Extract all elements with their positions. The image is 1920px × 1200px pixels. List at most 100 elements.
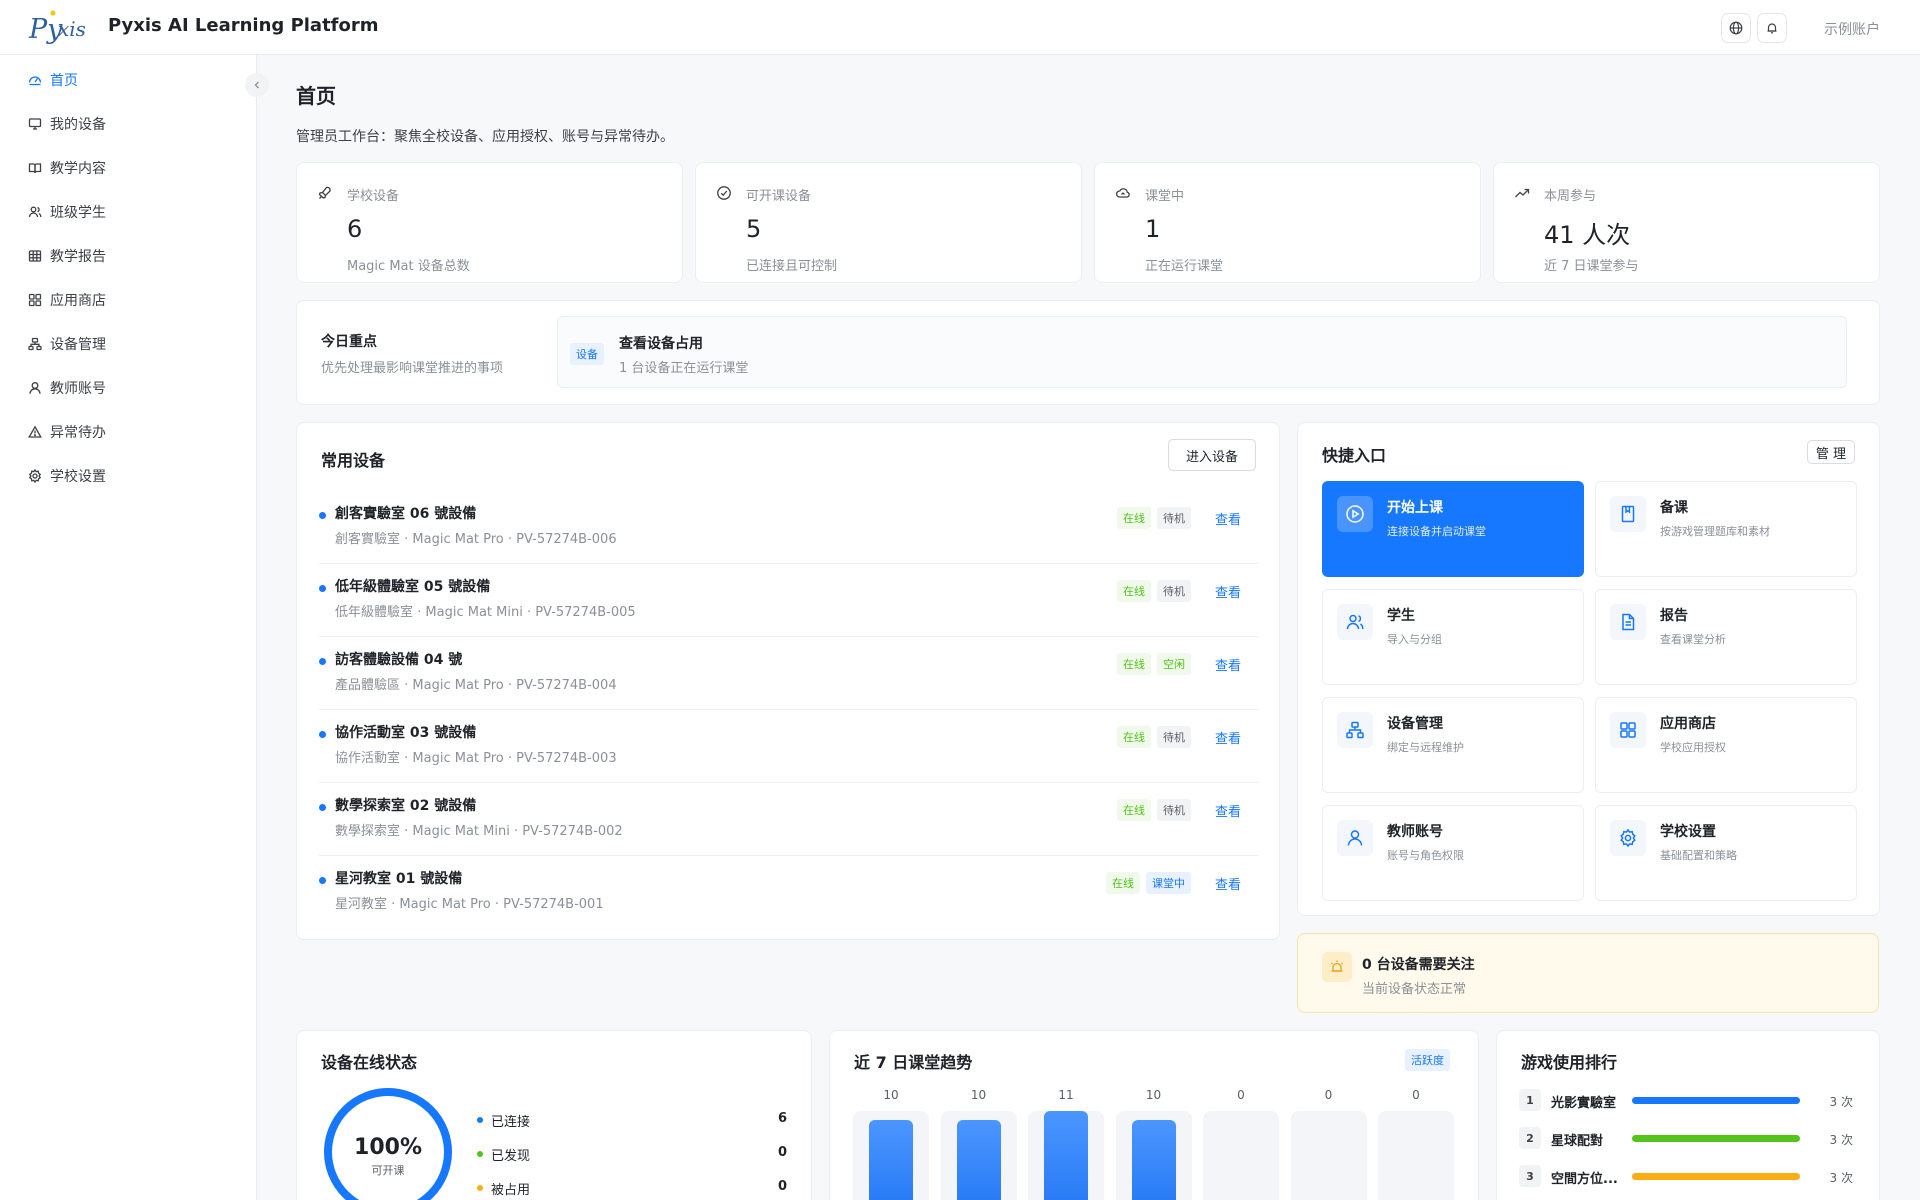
view-device-link[interactable]: 查看 <box>1215 582 1241 601</box>
quick-tile-title: 设备管理 <box>1387 716 1443 732</box>
device-name: 低年級體驗室 05 號設備 <box>335 579 491 595</box>
stat-card-school-devices[interactable]: 学校设备 6 Magic Mat 设备总数 <box>296 162 683 283</box>
trend-column <box>853 1111 929 1200</box>
org-icon <box>27 337 42 352</box>
device-meta: 低年級體驗室 · Magic Mat Mini · PV-57274B-005 <box>335 605 636 620</box>
device-tags: 在线 待机 查看 <box>1116 726 1241 748</box>
device-row[interactable]: 低年級體驗室 05 號設備低年級體驗室 · Magic Mat Mini · P… <box>319 564 1259 637</box>
rocket-icon <box>318 186 331 199</box>
usage-bar-fill <box>1632 1135 1800 1142</box>
stat-card-in-class[interactable]: 课堂中 1 正在运行课堂 <box>1094 162 1481 283</box>
quick-tile-app-store[interactable]: 应用商店 学校应用授权 <box>1595 697 1857 793</box>
user-icon <box>1337 820 1373 856</box>
view-device-link[interactable]: 查看 <box>1215 655 1241 674</box>
stat-card-weekly-participation[interactable]: 本周参与 41 人次 近 7 日课堂参与 <box>1493 162 1880 283</box>
sidebar-item-teacher-accounts[interactable]: 教师账号 <box>27 377 106 399</box>
sidebar-item-home[interactable]: 首页 <box>27 69 78 91</box>
stat-description: 近 7 日课堂参与 <box>1544 259 1639 274</box>
sidebar-item-device-management[interactable]: 设备管理 <box>27 333 106 355</box>
status-dot <box>319 804 326 811</box>
pyxis-logo[interactable]: Py xis <box>28 6 86 48</box>
table-icon <box>27 249 42 264</box>
today-focus-title: 今日重点 <box>321 334 377 350</box>
online-badge: 在线 <box>1116 726 1151 748</box>
ranking-row[interactable]: 1 光影實驗室 3 次 <box>1519 1089 1853 1111</box>
manage-shortcuts-button[interactable]: 管 理 <box>1807 440 1855 464</box>
sidebar-item-teaching-content[interactable]: 教学内容 <box>27 157 106 179</box>
quick-tile-teacher-accounts[interactable]: 教师账号 账号与角色权限 <box>1322 805 1584 901</box>
quick-tile-lesson-prep[interactable]: 备课 按游戏管理题库和素材 <box>1595 481 1857 577</box>
status-dot <box>319 585 326 592</box>
stat-label: 课堂中 <box>1145 189 1185 204</box>
view-device-link[interactable]: 查看 <box>1215 801 1241 820</box>
language-button[interactable] <box>1721 13 1751 43</box>
sidebar-item-label: 班级学生 <box>50 205 106 221</box>
students-icon <box>27 205 42 220</box>
stat-card-available-devices[interactable]: 可开课设备 5 已连接且可控制 <box>695 162 1082 283</box>
legend-value: 0 <box>777 1179 787 1194</box>
gear-icon <box>1610 820 1646 856</box>
device-row[interactable]: 數學探索室 02 號設備 數學探索室 · Magic Mat Mini · PV-… <box>319 783 1259 856</box>
sidebar-item-label: 设备管理 <box>50 337 106 353</box>
online-badge: 在线 <box>1116 653 1151 675</box>
device-attention-alert[interactable]: 0 台设备需要关注 当前设备状态正常 <box>1297 933 1879 1013</box>
stat-value: 1 <box>1145 215 1161 243</box>
ranking-row[interactable]: 2 星球配對 3 次 <box>1519 1127 1853 1149</box>
quick-tile-subtitle: 基础配置和策略 <box>1660 849 1737 862</box>
focus-item-description: 1 台设备正在运行课堂 <box>619 361 749 376</box>
sidebar <box>0 55 257 1200</box>
legend-value: 0 <box>777 1145 787 1160</box>
quick-entry-panel: 快捷入口 管 理 开始上课 连接设备并启动课堂 备课 按游戏管理题库和素材 学生… <box>1297 422 1880 916</box>
rank-number: 3 <box>1519 1165 1541 1187</box>
quick-tile-school-settings[interactable]: 学校设置 基础配置和策略 <box>1595 805 1857 901</box>
sidebar-item-my-devices[interactable]: 我的设备 <box>27 113 106 135</box>
trend-value-label: 0 <box>1412 1088 1420 1102</box>
sidebar-item-teaching-reports[interactable]: 教学报告 <box>27 245 106 267</box>
view-device-link[interactable]: 查看 <box>1215 728 1241 747</box>
device-name: 數學探索室 02 號設備 <box>335 798 477 814</box>
device-row[interactable]: 創客實驗室 06 號設備 創客實驗室 · Magic Mat Pro · PV-5… <box>319 491 1259 564</box>
stat-label: 本周参与 <box>1544 189 1597 204</box>
view-device-link[interactable]: 查看 <box>1215 509 1241 528</box>
legend-row-connected: 已连接 6 <box>477 1111 787 1131</box>
device-row[interactable]: 星河教室 01 號設備 星河教室 · Magic Mat Pro · PV-572… <box>319 856 1259 929</box>
gear-icon <box>27 469 42 484</box>
alarm-icon <box>1322 952 1352 982</box>
state-badge: 待机 <box>1156 580 1191 602</box>
quick-tile-device-management[interactable]: 设备管理 绑定与远程维护 <box>1322 697 1584 793</box>
focus-item-view-device-usage[interactable]: 设备 查看设备占用 1 台设备正在运行课堂 <box>557 316 1847 388</box>
quick-tile-title: 备课 <box>1660 500 1688 516</box>
quick-tile-start-class[interactable]: 开始上课 连接设备并启动课堂 <box>1322 481 1584 577</box>
legend-row-discovered: 已发现 0 <box>477 1145 787 1165</box>
quick-tile-reports[interactable]: 报告 查看课堂分析 <box>1595 589 1857 685</box>
sidebar-item-exceptions[interactable]: 异常待办 <box>27 421 106 443</box>
focus-item-title: 查看设备占用 <box>619 336 703 352</box>
notifications-button[interactable] <box>1757 13 1787 43</box>
sidebar-item-app-store[interactable]: 应用商店 <box>27 289 106 311</box>
sidebar-item-school-settings[interactable]: 学校设置 <box>27 465 106 487</box>
sidebar-item-class-students[interactable]: 班级学生 <box>27 201 106 223</box>
usage-count: 3 次 <box>1829 1133 1853 1147</box>
device-row[interactable]: 協作活動室 03 號設備 協作活動室 · Magic Mat Pro · PV-5… <box>319 710 1259 783</box>
device-tags: 在线 课堂中 查看 <box>1105 872 1241 894</box>
device-row[interactable]: 訪客體驗設備 04 號產品體驗區 · Magic Mat Pro · PV-57… <box>319 637 1259 710</box>
rank-number: 2 <box>1519 1127 1541 1149</box>
alert-subtitle: 当前设备状态正常 <box>1362 982 1467 997</box>
status-dot <box>319 658 326 665</box>
state-badge: 待机 <box>1156 799 1191 821</box>
quick-tile-subtitle: 账号与角色权限 <box>1387 849 1464 862</box>
collapse-sidebar-button[interactable] <box>245 73 269 97</box>
legend-dot <box>477 1185 483 1191</box>
quick-tile-subtitle: 导入与分组 <box>1387 633 1442 646</box>
account-menu[interactable]: 示例账户 <box>1824 19 1880 39</box>
ranking-row[interactable]: 3 空間方位... 3 次 <box>1519 1165 1853 1187</box>
game-ranking-title: 游戏使用排行 <box>1521 1053 1618 1072</box>
view-device-link[interactable]: 查看 <box>1215 874 1241 893</box>
apps-icon <box>1610 712 1646 748</box>
online-percent-label: 可开课 <box>371 1164 405 1177</box>
legend-label: 已连接 <box>491 1115 531 1130</box>
online-status-title: 设备在线状态 <box>321 1053 418 1072</box>
enter-devices-button[interactable]: 进入设备 <box>1168 439 1256 471</box>
trend-column <box>940 1111 1017 1200</box>
quick-tile-students[interactable]: 学生 导入与分组 <box>1322 589 1584 685</box>
